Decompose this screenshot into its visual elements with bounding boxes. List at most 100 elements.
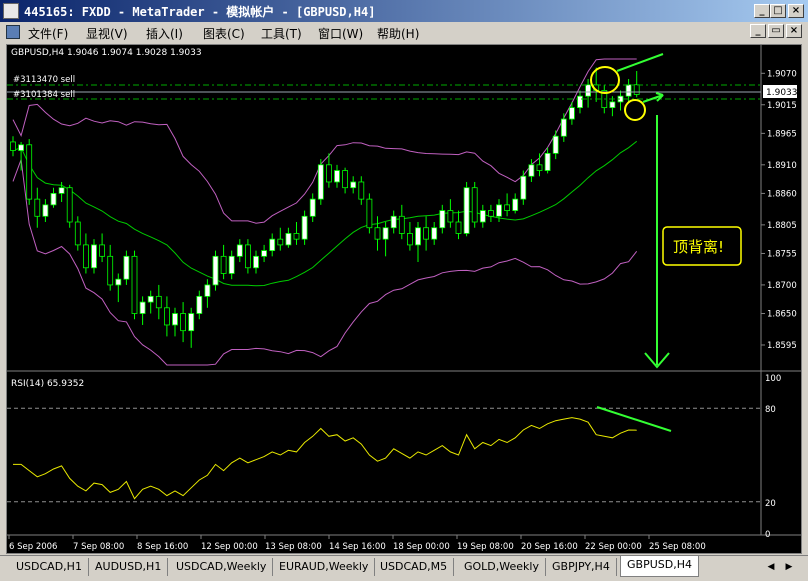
time-tick-label: 22 Sep 00:00 [585,542,642,552]
tab-gold-weekly[interactable]: GOLD,Weekly [458,558,546,576]
candle-bear [34,198,41,217]
menu-view[interactable]: 显视(V) [86,25,128,42]
candle-bull [91,244,97,269]
candle-bear [536,164,543,171]
menu-tools[interactable]: 工具(T) [261,25,302,42]
candle-bear [131,255,138,314]
candle-bear [107,255,114,286]
candle-bull [317,164,324,200]
candle-bull [50,193,57,206]
time-tick-label: 6 Sep 2006 [9,542,57,552]
price-tick-label: 1.8860 [767,189,797,199]
candle-bear [358,181,365,200]
time-tick-label: 12 Sep 00:00 [201,542,258,552]
minimize-button[interactable]: _ [754,4,770,18]
maximize-button[interactable]: □ [770,4,786,18]
tab-usdcad-h1[interactable]: USDCAD,H1 [10,558,89,576]
candle-bull [172,313,178,326]
candle-bull [42,204,49,217]
price-tick-label: 1.9070 [767,69,797,79]
candle-bear [244,244,251,269]
price-tick-label: 1.8755 [767,249,797,259]
candle-bull [463,187,470,234]
candle-bull [350,181,357,189]
candle-bull [390,215,397,229]
candle-bull [479,210,486,223]
candle-bull [188,313,195,332]
candle-bear [26,144,33,200]
menu-file[interactable]: 文件(F) [28,25,68,42]
current-price-label: 1.9033 [766,88,798,98]
time-tick-label: 18 Sep 00:00 [393,542,450,552]
candle-bear [83,244,89,269]
close-button[interactable]: × [788,4,804,18]
menu-help[interactable]: 帮助(H) [377,25,419,42]
candle-bull [123,255,130,280]
candle-bear [633,84,640,95]
time-tick-label: 7 Sep 08:00 [73,542,124,552]
chart-window[interactable]: 1.9070 1.9015 1.8965 1.8910 1.8860 1.8805 1.87… [6,44,802,554]
candle-bear [447,210,454,223]
price-tick-label: 1.8700 [767,281,797,291]
order-label-1: #3113470 sell [13,75,75,85]
candle-bull [382,227,389,240]
price-chart[interactable]: 1.9070 1.9015 1.8965 1.8910 1.8860 1.8805 1.87… [7,45,801,553]
candle-bear [277,238,284,246]
tab-euraud-weekly[interactable]: EURAUD,Weekly [273,558,376,576]
candle-bull [147,295,154,303]
menu-charts[interactable]: 图表(C) [203,25,245,42]
menu-insert[interactable]: 插入(I) [146,25,183,42]
candle-bull [415,227,421,246]
candle-bear [99,244,105,257]
candle-bear [293,233,300,240]
candle-bull [496,204,502,217]
child-close-button[interactable]: × [786,24,802,38]
menu-bar: 文件(F) 显视(V) 插入(I) 图表(C) 工具(T) 窗口(W) 帮助(H… [0,22,808,42]
time-tick-label: 14 Sep 16:00 [329,542,386,552]
candle-bear [10,141,16,151]
candle-bear [366,198,373,229]
price-tick-label: 1.8595 [767,341,797,351]
tab-usdcad-m5[interactable]: USDCAD,M5 [374,558,455,576]
candle-bull [512,198,519,211]
app-icon [3,3,19,19]
child-minimize-button[interactable]: _ [750,24,766,38]
candle-bull [552,135,559,154]
candle-bull [196,295,203,314]
candle-bull [585,84,591,97]
candle-bear [342,170,349,189]
tab-scroll-left-icon[interactable]: ◀ [764,559,778,575]
candle-bull [560,118,567,137]
time-tick-label: 25 Sep 08:00 [649,542,706,552]
divergence-annotation: 顶背离! [673,238,724,256]
candle-bull [18,144,25,151]
candle-bull [261,250,268,257]
tab-gbpusd-h4[interactable]: GBPUSD,H4 [620,556,699,577]
menu-window[interactable]: 窗口(W) [318,25,363,42]
candle-bull [253,255,259,269]
candle-bear [504,204,511,211]
time-tick-label: 19 Sep 08:00 [457,542,514,552]
candle-bull [577,95,583,109]
candle-bull [212,255,219,286]
chart-tabs: USDCAD,H1 AUDUSD,H1 USDCAD,Weekly EURAUD… [0,555,808,581]
candle-bull [544,152,551,171]
candle-bull [439,210,446,229]
chart-header: GBPUSD,H4 1.9046 1.9074 1.9028 1.9033 [11,48,202,58]
time-tick-label: 8 Sep 16:00 [137,542,188,552]
tab-usdcad-weekly[interactable]: USDCAD,Weekly [170,558,274,576]
candle-bear [163,307,170,326]
candle-bear [74,221,81,246]
candle-bull [609,101,616,109]
child-restore-button[interactable]: ▭ [768,24,784,38]
candle-bull [431,227,438,240]
price-tick-label: 1.8965 [767,129,797,139]
candle-bull [625,84,632,97]
tab-audusd-h1[interactable]: AUDUSD,H1 [89,558,169,576]
candle-bull [528,164,535,177]
chart-window-icon [6,25,20,39]
tab-gbpjpy-h4[interactable]: GBPJPY,H4 [546,558,617,576]
candle-bear [180,313,187,332]
candle-bull [58,187,65,194]
tab-scroll-right-icon[interactable]: ▶ [782,559,796,575]
